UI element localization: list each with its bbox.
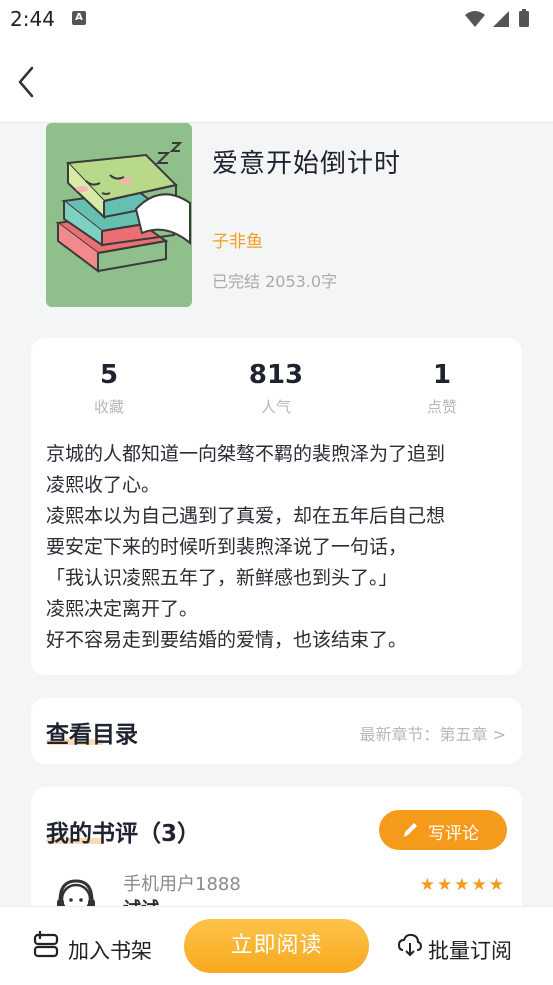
keyboard-notification-icon: A: [72, 11, 86, 25]
back-arrow-icon: [18, 66, 34, 98]
stat-popularity: 813 人气: [216, 360, 336, 417]
review-username: 手机用户1888: [123, 874, 241, 895]
book-header: 爱意开始倒计时 子非鱼 已完结 2053.0字: [0, 123, 553, 338]
pencil-icon: [404, 823, 417, 837]
catalog-title: 查看目录: [46, 722, 138, 748]
signal-icon: [493, 11, 509, 27]
reviews-title: 我的书评（3）: [46, 821, 201, 847]
back-button[interactable]: [10, 60, 44, 104]
stat-label: 人气: [260, 398, 291, 416]
synopsis-line: 凌熙决定离开了。: [46, 598, 199, 620]
add-to-shelf-label: 加入书架: [68, 939, 152, 963]
batch-subscribe-label: 批量订阅: [428, 939, 512, 963]
stat-value: 813: [248, 360, 304, 390]
rating-stars: ★★★★★: [419, 875, 506, 895]
book-title: 爱意开始倒计时: [212, 149, 402, 179]
wifi-icon: [465, 11, 485, 27]
add-to-shelf-button[interactable]: 加入书架: [32, 931, 152, 965]
write-review-button[interactable]: 写评论: [379, 810, 507, 850]
stat-label: 收藏: [93, 398, 124, 416]
stat-value: 5: [99, 360, 119, 390]
synopsis-line: 凌熙本以为自己遇到了真爱，却在五年后自己想: [46, 505, 446, 527]
bookshelf-icon: [33, 931, 59, 958]
book-meta: 已完结 2053.0字: [212, 272, 338, 291]
synopsis-line: 凌熙收了心。: [46, 474, 161, 496]
batch-subscribe-button[interactable]: 批量订阅: [397, 931, 512, 965]
synopsis-line: 要安定下来的时候听到裴煦泽说了一句话，: [46, 536, 408, 558]
battery-icon: [519, 11, 529, 27]
stat-likes: 1 点赞: [382, 360, 502, 417]
synopsis-line: 「我认识凌熙五年了，新鲜感也到头了。」: [46, 567, 398, 589]
stat-favorites: 5 收藏: [49, 360, 169, 417]
status-time: 2:44: [10, 7, 55, 31]
read-now-button[interactable]: 立即阅读: [184, 919, 369, 973]
book-author[interactable]: 子非鱼: [212, 227, 263, 252]
synopsis-line: 好不容易走到要结婚的爱情，也该结束了。: [46, 629, 408, 651]
synopsis: 京城的人都知道一向桀骜不羁的裴煦泽为了追到 凌熙收了心。 凌熙本以为自己遇到了真…: [46, 439, 506, 656]
cover-illustration: [46, 123, 192, 307]
write-review-label: 写评论: [428, 824, 479, 844]
catalog-card[interactable]: 查看目录 最新章节：第五章 >: [31, 698, 522, 764]
navigation-bar: [0, 40, 553, 123]
bottom-action-bar: 加入书架 立即阅读 批量订阅: [0, 906, 553, 985]
download-cloud-icon: [397, 933, 423, 957]
stat-label: 点赞: [426, 398, 457, 416]
stat-value: 1: [432, 360, 452, 390]
book-info-card: 5 收藏 813 人气 1 点赞 京城的人都知道一向桀骜不羁的裴煦泽为了追到 凌…: [31, 338, 522, 675]
synopsis-line: 京城的人都知道一向桀骜不羁的裴煦泽为了追到: [46, 443, 446, 465]
latest-chapter[interactable]: 最新章节：第五章 >: [360, 721, 507, 745]
book-cover[interactable]: [46, 123, 192, 307]
status-icons: [465, 9, 529, 27]
status-bar: 2:44 A: [0, 0, 553, 40]
